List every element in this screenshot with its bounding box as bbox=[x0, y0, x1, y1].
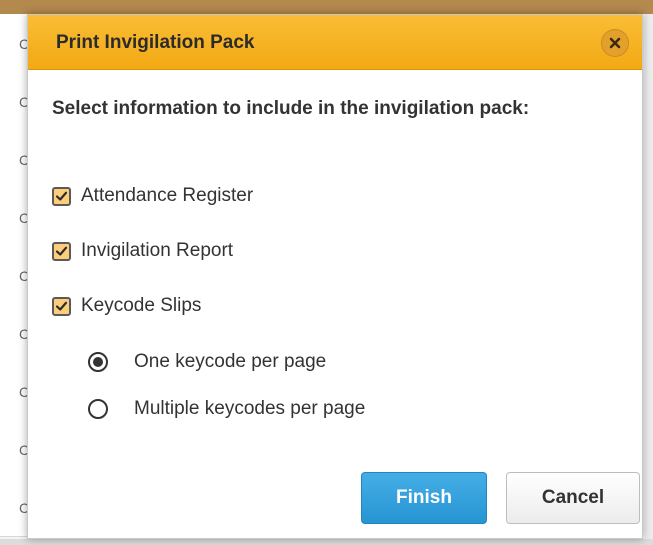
multiple-keycodes-per-page-radio[interactable] bbox=[88, 399, 108, 419]
background-row: C bbox=[0, 130, 30, 189]
one-keycode-per-page-radio[interactable] bbox=[88, 352, 108, 372]
checkmark-icon bbox=[55, 191, 68, 201]
background-row: C bbox=[0, 304, 30, 363]
checkmark-icon bbox=[55, 301, 68, 311]
keycode-slips-option[interactable]: Keycode Slips bbox=[52, 294, 201, 318]
background-row: C bbox=[0, 14, 30, 73]
one-keycode-per-page-option[interactable]: One keycode per page bbox=[88, 349, 326, 375]
dialog-prompt: Select information to include in the inv… bbox=[52, 98, 530, 119]
background-row: C bbox=[0, 420, 30, 479]
keycode-slips-checkbox[interactable] bbox=[52, 296, 71, 316]
background-top-bar bbox=[0, 0, 653, 14]
background-row: C bbox=[0, 188, 30, 247]
background-row: C bbox=[0, 478, 30, 537]
background-bottom-edge bbox=[0, 539, 653, 545]
one-keycode-per-page-label[interactable]: One keycode per page bbox=[134, 351, 326, 373]
attendance-register-checkbox[interactable] bbox=[52, 186, 71, 206]
cancel-button[interactable]: Cancel bbox=[506, 472, 640, 524]
close-button[interactable] bbox=[601, 29, 629, 57]
multiple-keycodes-per-page-label[interactable]: Multiple keycodes per page bbox=[134, 398, 365, 420]
background-row: C bbox=[0, 72, 30, 131]
multiple-keycodes-per-page-option[interactable]: Multiple keycodes per page bbox=[88, 396, 365, 422]
background-row: C bbox=[0, 362, 30, 421]
finish-button[interactable]: Finish bbox=[361, 472, 487, 524]
attendance-register-label[interactable]: Attendance Register bbox=[81, 185, 253, 207]
invigilation-report-label[interactable]: Invigilation Report bbox=[81, 240, 233, 262]
attendance-register-option[interactable]: Attendance Register bbox=[52, 184, 253, 208]
checkmark-icon bbox=[55, 246, 68, 256]
background-scroll-edge bbox=[645, 14, 653, 545]
keycode-slips-label[interactable]: Keycode Slips bbox=[81, 295, 201, 317]
invigilation-report-option[interactable]: Invigilation Report bbox=[52, 239, 233, 263]
dialog-header: Print Invigilation Pack bbox=[28, 15, 642, 70]
invigilation-report-checkbox[interactable] bbox=[52, 241, 71, 261]
print-invigilation-pack-dialog: Print Invigilation Pack Select informati… bbox=[27, 14, 643, 539]
dialog-title: Print Invigilation Pack bbox=[56, 32, 255, 53]
close-icon bbox=[609, 37, 621, 49]
background-row: C bbox=[0, 246, 30, 305]
